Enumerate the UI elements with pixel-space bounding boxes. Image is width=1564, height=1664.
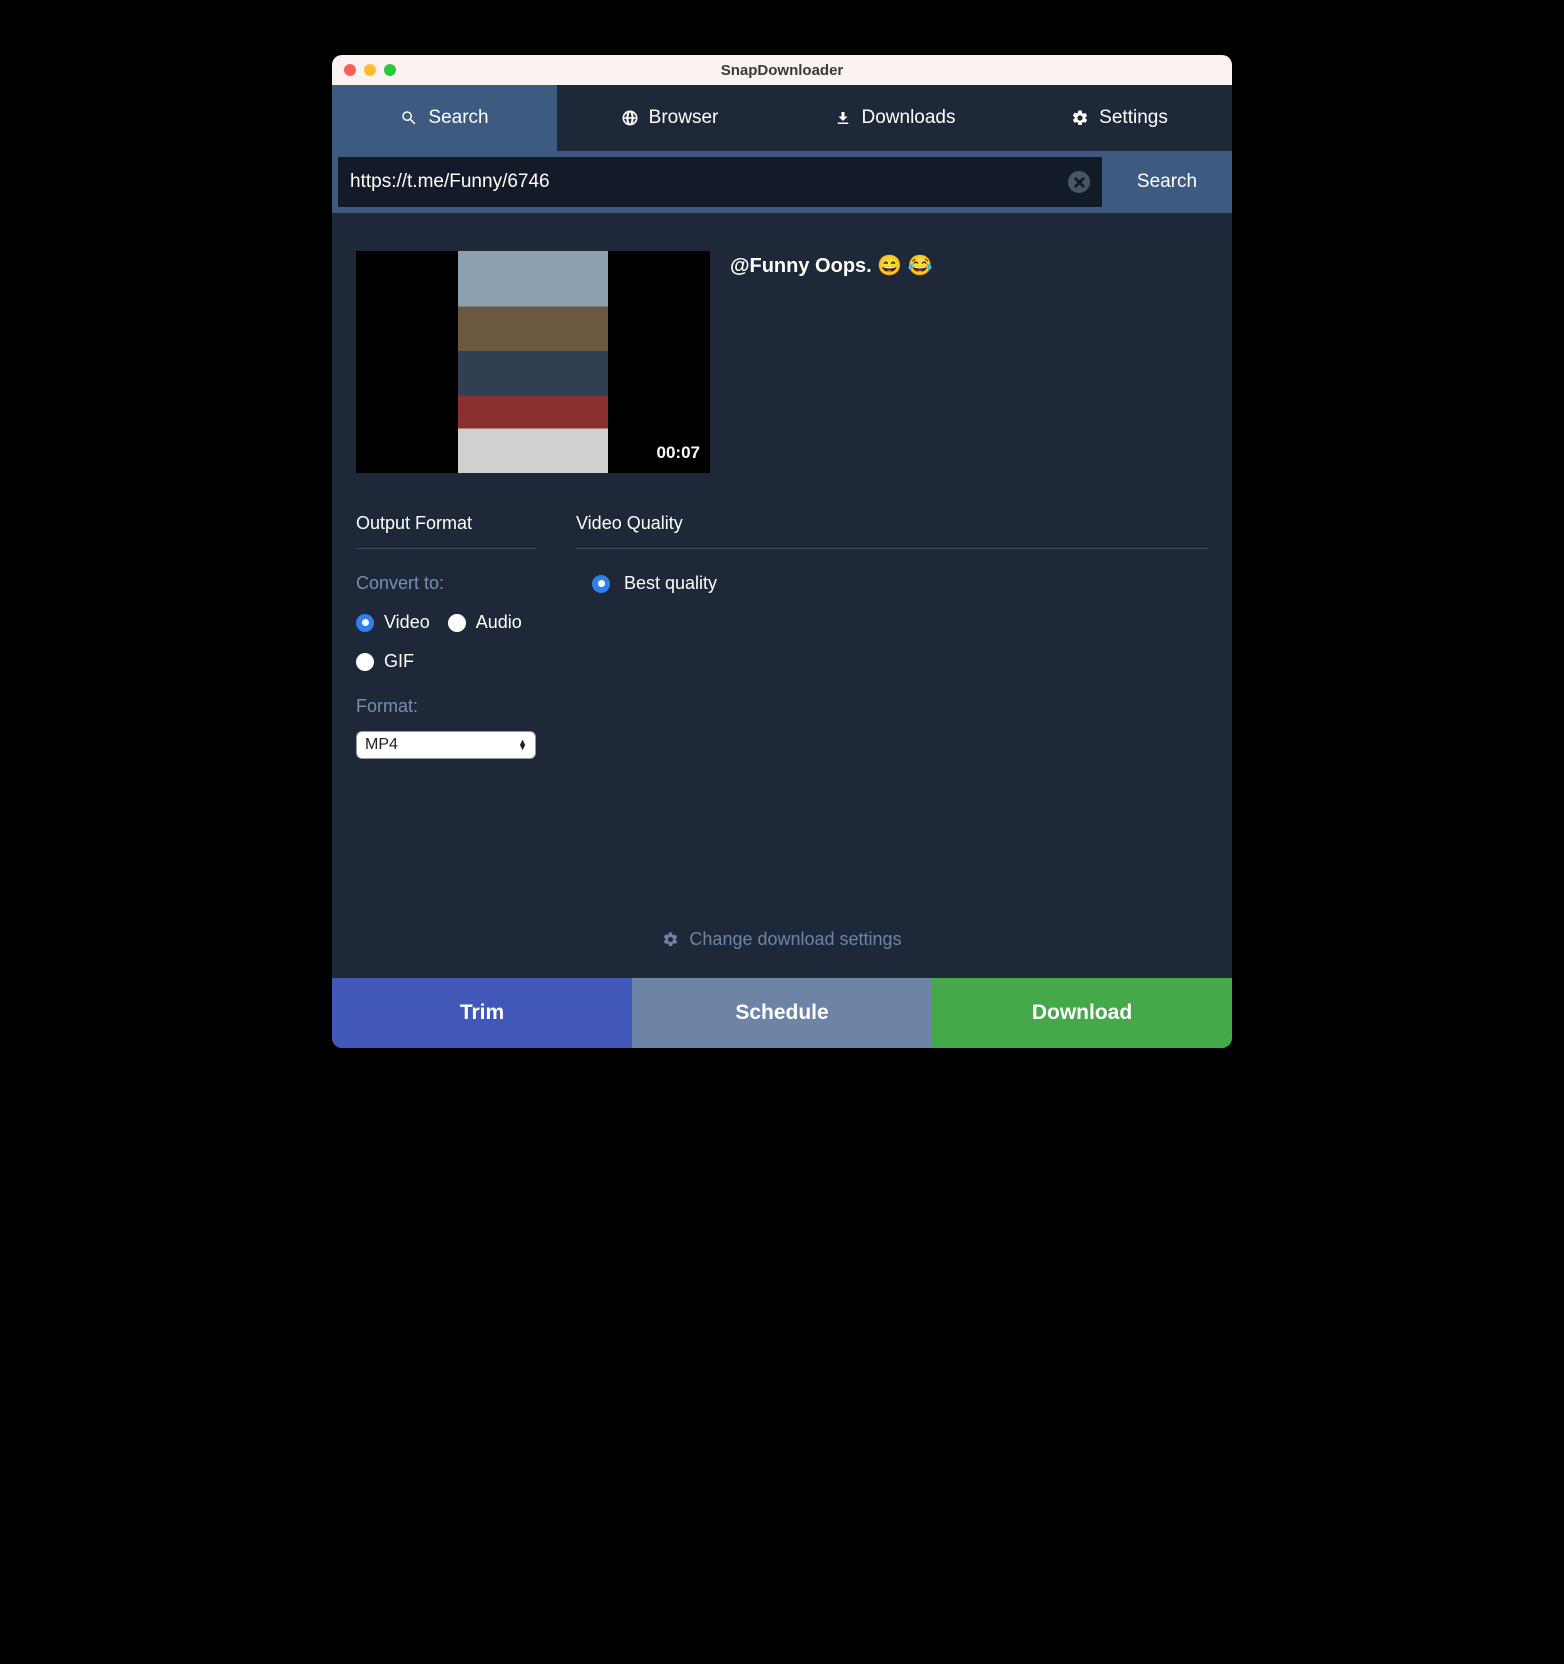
search-button[interactable]: Search <box>1102 157 1232 207</box>
close-icon <box>1074 177 1085 188</box>
traffic-lights <box>344 64 396 76</box>
search-icon <box>400 109 418 127</box>
titlebar: SnapDownloader <box>332 55 1232 85</box>
trim-button-label: Trim <box>460 1001 504 1025</box>
radio-audio-label: Audio <box>476 612 522 633</box>
video-quality-header: Video Quality <box>576 513 1208 549</box>
tab-browser-label: Browser <box>649 107 719 129</box>
minimize-window-button[interactable] <box>364 64 376 76</box>
result-row: 00:07 @Funny Oops. 😄 😂 <box>356 251 1208 473</box>
trim-button[interactable]: Trim <box>332 978 632 1048</box>
video-duration: 00:07 <box>657 443 700 463</box>
radio-icon <box>356 614 374 632</box>
tab-downloads-label: Downloads <box>862 107 956 129</box>
change-download-settings-link[interactable]: Change download settings <box>356 929 1208 978</box>
select-arrows-icon: ▲▼ <box>518 740 527 750</box>
tab-search-label: Search <box>428 107 488 129</box>
radio-gif[interactable]: GIF <box>356 651 414 672</box>
window-title: SnapDownloader <box>721 62 844 79</box>
radio-gif-label: GIF <box>384 651 414 672</box>
format-label: Format: <box>356 696 536 717</box>
tab-search[interactable]: Search <box>332 85 557 151</box>
radio-icon <box>448 614 466 632</box>
search-button-label: Search <box>1137 171 1197 193</box>
change-download-settings-label: Change download settings <box>689 929 901 950</box>
output-format-column: Output Format Convert to: Video Audio <box>356 513 536 759</box>
tab-browser[interactable]: Browser <box>557 85 782 151</box>
radio-video[interactable]: Video <box>356 612 430 633</box>
url-input[interactable] <box>350 171 1068 193</box>
schedule-button[interactable]: Schedule <box>632 978 932 1048</box>
video-thumbnail[interactable]: 00:07 <box>356 251 710 473</box>
clear-input-button[interactable] <box>1068 171 1090 193</box>
radio-icon <box>356 653 374 671</box>
tab-downloads[interactable]: Downloads <box>782 85 1007 151</box>
quality-best-row[interactable]: Best quality <box>592 573 1208 594</box>
globe-icon <box>621 109 639 127</box>
content-area: 00:07 @Funny Oops. 😄 😂 Output Format Con… <box>332 213 1232 978</box>
thumbnail-image <box>458 251 608 473</box>
tab-settings[interactable]: Settings <box>1007 85 1232 151</box>
gear-icon <box>662 931 679 948</box>
radio-video-label: Video <box>384 612 430 633</box>
gear-icon <box>1071 109 1089 127</box>
options-area: Output Format Convert to: Video Audio <box>356 513 1208 759</box>
close-window-button[interactable] <box>344 64 356 76</box>
video-quality-column: Video Quality Best quality <box>576 513 1208 759</box>
video-title: @Funny Oops. 😄 😂 <box>730 251 933 278</box>
maximize-window-button[interactable] <box>384 64 396 76</box>
searchbar <box>338 157 1102 207</box>
footer-buttons: Trim Schedule Download <box>332 978 1232 1048</box>
app-window: SnapDownloader Search Browser Downloads … <box>332 55 1232 1048</box>
format-select[interactable]: MP4 ▲▼ <box>356 731 536 759</box>
download-icon <box>834 109 852 127</box>
download-button-label: Download <box>1032 1001 1132 1025</box>
schedule-button-label: Schedule <box>735 1001 828 1025</box>
radio-icon <box>592 575 610 593</box>
convert-to-radios: Video Audio <box>356 612 536 633</box>
output-format-header: Output Format <box>356 513 536 549</box>
tab-settings-label: Settings <box>1099 107 1168 129</box>
convert-to-radios-2: GIF <box>356 651 536 672</box>
convert-to-label: Convert to: <box>356 573 536 594</box>
main-tabs: Search Browser Downloads Settings <box>332 85 1232 151</box>
searchbar-row: Search <box>332 151 1232 213</box>
searchbar-container: Search <box>332 151 1232 213</box>
quality-best-label: Best quality <box>624 573 717 594</box>
download-button[interactable]: Download <box>932 978 1232 1048</box>
format-selected-value: MP4 <box>365 736 398 754</box>
radio-audio[interactable]: Audio <box>448 612 522 633</box>
